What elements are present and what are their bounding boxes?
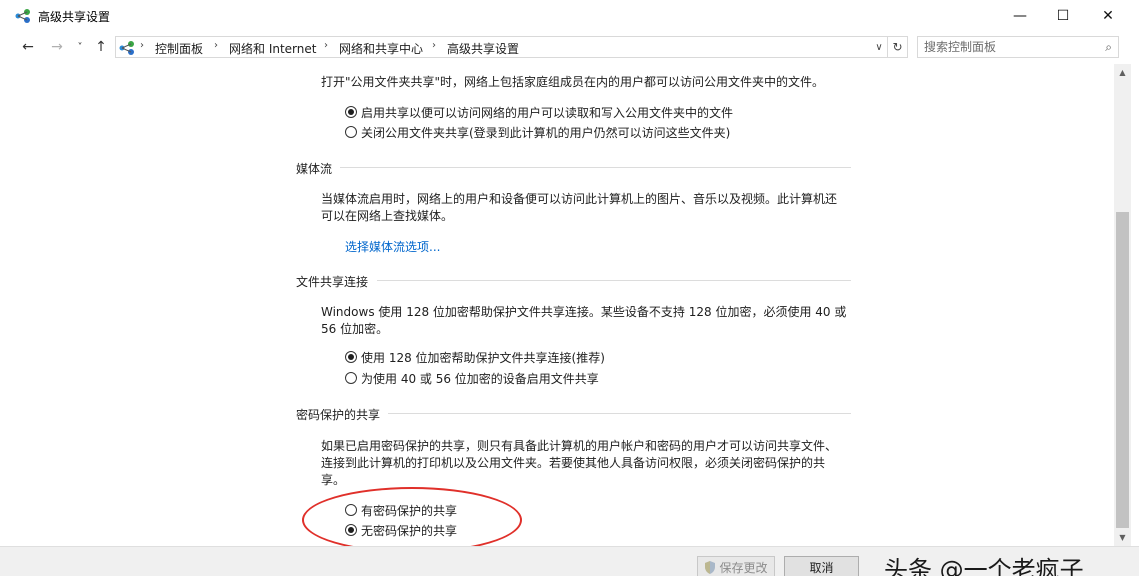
save-changes-label: 保存更改 (719, 560, 768, 575)
chevron-right-icon: › (140, 40, 144, 51)
refresh-button[interactable]: ↻ (888, 36, 908, 58)
radio-encryption-128[interactable]: 使用 128 位加密帮助保护文件共享连接(推荐) (345, 348, 605, 366)
section-title-media-streaming: 媒体流 (296, 162, 333, 176)
radio-label: 启用共享以便可以访问网络的用户可以读取和写入公用文件夹中的文件 (361, 105, 734, 120)
search-icon[interactable]: ⌕ (1105, 40, 1112, 55)
section-title-file-sharing: 文件共享连接 (296, 275, 369, 289)
title-bar: 高级共享设置 — ☐ ✕ (0, 0, 1139, 32)
close-button[interactable]: ✕ (1085, 0, 1131, 32)
cancel-label: 取消 (809, 560, 834, 575)
back-button[interactable]: ← (18, 38, 38, 56)
red-highlight-annotation (302, 487, 522, 553)
forward-arrow-icon: → (51, 39, 63, 55)
minimize-icon: — (1013, 8, 1027, 24)
up-button[interactable]: ↑ (91, 38, 111, 56)
radio-public-folder-off[interactable]: 关闭公用文件夹共享(登录到此计算机的用户仍然可以访问这些文件夹) (345, 123, 730, 141)
uac-shield-icon (705, 560, 716, 574)
radio-button-checked[interactable] (345, 106, 357, 118)
save-changes-button[interactable]: 保存更改 (697, 556, 775, 576)
maximize-icon: ☐ (1056, 8, 1070, 24)
breadcrumb-control-panel[interactable]: 控制面板 (155, 40, 203, 57)
media-streaming-description-2: 可以在网络上查找媒体。 (321, 209, 454, 223)
chevron-right-icon: › (432, 40, 436, 51)
chevron-right-icon: › (324, 40, 328, 51)
forward-button[interactable]: → (47, 38, 67, 56)
breadcrumb-network-sharing-center[interactable]: 网络和共享中心 (339, 40, 423, 57)
radio-label: 关闭公用文件夹共享(登录到此计算机的用户仍然可以访问这些文件夹) (361, 125, 731, 140)
search-box[interactable]: ⌕ (917, 36, 1119, 58)
close-icon: ✕ (1102, 8, 1114, 24)
radio-encryption-40-56[interactable]: 为使用 40 或 56 位加密的设备启用文件共享 (345, 369, 599, 387)
section-divider (388, 413, 851, 414)
chevron-down-icon: ∨ (875, 41, 883, 53)
file-sharing-description-2: 56 位加密。 (321, 322, 389, 336)
cancel-button[interactable]: 取消 (784, 556, 859, 576)
radio-button[interactable] (345, 372, 357, 384)
public-folder-description: 打开"公用文件夹共享"时，网络上包括家庭组成员在内的用户都可以访问公用文件夹中的… (321, 75, 825, 89)
recent-locations-button[interactable]: ˅ (74, 38, 86, 56)
chevron-down-icon: ˅ (77, 41, 83, 53)
password-sharing-description-1: 如果已启用密码保护的共享，则只有具备此计算机的用户帐户和密码的用户才可以访问共享… (321, 439, 838, 453)
section-divider (340, 167, 851, 168)
address-dropdown-button[interactable]: ∨ (872, 38, 886, 56)
up-arrow-icon: ↑ (95, 39, 107, 55)
radio-button-checked[interactable] (345, 351, 357, 363)
address-bar[interactable]: › 控制面板 › 网络和 Internet › 网络和共享中心 › 高级共享设置 (115, 36, 888, 58)
radio-label: 使用 128 位加密帮助保护文件共享连接(推荐) (361, 350, 605, 365)
network-icon (119, 41, 134, 55)
maximize-button[interactable]: ☐ (1040, 0, 1086, 32)
media-streaming-options-link[interactable]: 选择媒体流选项... (345, 238, 440, 255)
section-title-password-sharing: 密码保护的共享 (296, 408, 381, 422)
radio-button[interactable] (345, 126, 357, 138)
radio-label: 为使用 40 或 56 位加密的设备启用文件共享 (361, 371, 599, 386)
window-title: 高级共享设置 (38, 10, 111, 24)
search-input[interactable] (924, 39, 1094, 55)
scroll-thumb[interactable] (1116, 212, 1129, 528)
refresh-icon: ↻ (892, 40, 903, 54)
password-sharing-description-3: 享。 (321, 473, 346, 487)
breadcrumb-advanced-sharing[interactable]: 高级共享设置 (447, 40, 519, 57)
minimize-button[interactable]: — (997, 0, 1043, 32)
breadcrumb-network-internet[interactable]: 网络和 Internet (229, 40, 316, 57)
media-streaming-description-1: 当媒体流启用时，网络上的用户和设备便可以访问此计算机上的图片、音乐以及视频。此计… (321, 192, 838, 206)
radio-public-folder-on[interactable]: 启用共享以便可以访问网络的用户可以读取和写入公用文件夹中的文件 (345, 103, 733, 121)
back-arrow-icon: ← (22, 39, 34, 55)
file-sharing-description-1: Windows 使用 128 位加密帮助保护文件共享连接。某些设备不支持 128… (321, 305, 847, 319)
network-icon (15, 9, 30, 23)
password-sharing-description-2: 连接到此计算机的打印机以及公用文件夹。若要使其他人具备访问权限，必须关闭密码保护… (321, 456, 826, 470)
scroll-down-icon[interactable]: ▼ (1114, 529, 1131, 546)
section-divider (377, 280, 851, 281)
watermark-text: 头条 @一个老疯子 (884, 556, 1084, 576)
chevron-right-icon: › (214, 40, 218, 51)
vertical-scrollbar[interactable]: ▲ ▼ (1114, 64, 1131, 546)
scroll-up-icon[interactable]: ▲ (1114, 64, 1131, 81)
